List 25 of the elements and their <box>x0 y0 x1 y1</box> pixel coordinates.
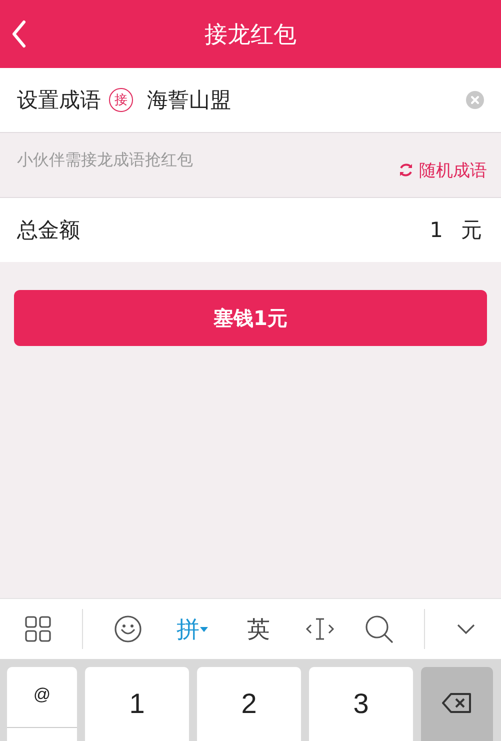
caret-icon <box>200 626 208 632</box>
chevron-down-icon[interactable] <box>456 623 476 635</box>
number-key[interactable]: 1 <box>85 667 189 741</box>
input-mode-button[interactable]: 英 <box>242 614 274 644</box>
refresh-icon <box>398 162 414 178</box>
symbol-key[interactable]: @ <box>7 667 77 741</box>
number-key[interactable]: 2 <box>197 667 301 741</box>
hint-text: 小伙伴需接龙成语抢红包 <box>17 150 194 170</box>
idiom-label: 设置成语 <box>17 87 101 114</box>
cursor-icon[interactable] <box>304 616 335 642</box>
page-title: 接龙红包 <box>204 20 296 50</box>
relay-badge: 接 <box>109 88 133 112</box>
currency-unit: 元 <box>461 217 482 244</box>
amount-field[interactable]: 1 <box>80 218 443 242</box>
backspace-icon <box>442 692 472 712</box>
emoji-icon[interactable] <box>114 615 142 643</box>
random-idiom-link[interactable]: 随机成语 <box>398 158 487 182</box>
search-icon[interactable] <box>365 615 394 643</box>
number-key[interactable]: 3 <box>309 667 413 741</box>
amount-label: 总金额 <box>17 217 80 244</box>
back-icon[interactable] <box>11 20 27 48</box>
idiom-field[interactable]: 海誓山盟 <box>147 86 466 114</box>
grid-icon[interactable] <box>25 616 52 642</box>
submit-button[interactable]: 塞钱1元 <box>14 290 487 346</box>
delete-key[interactable] <box>421 667 493 741</box>
